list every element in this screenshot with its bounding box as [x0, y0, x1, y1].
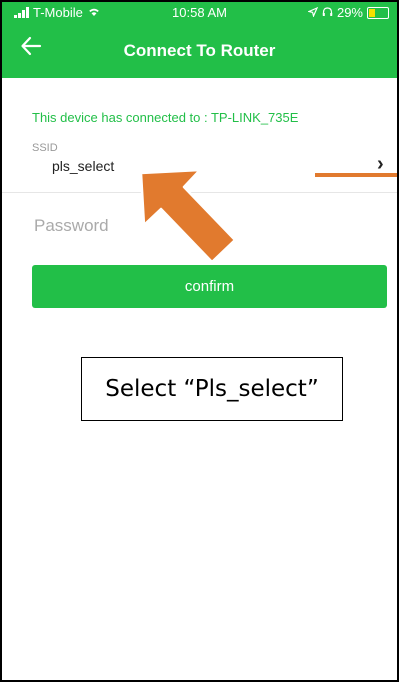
nav-bar: Connect To Router [2, 22, 397, 78]
annotation-callout: Select “Pls_select” [81, 357, 343, 421]
status-right-group: 29% [307, 5, 389, 20]
password-input[interactable] [34, 212, 374, 240]
page-title: Connect To Router [123, 41, 276, 60]
status-bar: T-Mobile 10:58 AM 29% [2, 2, 397, 22]
location-icon [307, 5, 319, 20]
ssid-label: SSID [32, 142, 58, 154]
battery-percent: 29% [336, 5, 363, 20]
phone-frame [0, 0, 399, 682]
connection-status-message: This device has connected to : TP-LINK_7… [32, 110, 299, 125]
annotation-underline [315, 173, 397, 177]
confirm-button[interactable]: confirm [32, 265, 387, 308]
ssid-value[interactable]: pls_select [52, 158, 114, 174]
headphones-icon [322, 5, 333, 20]
battery-icon [367, 6, 389, 19]
